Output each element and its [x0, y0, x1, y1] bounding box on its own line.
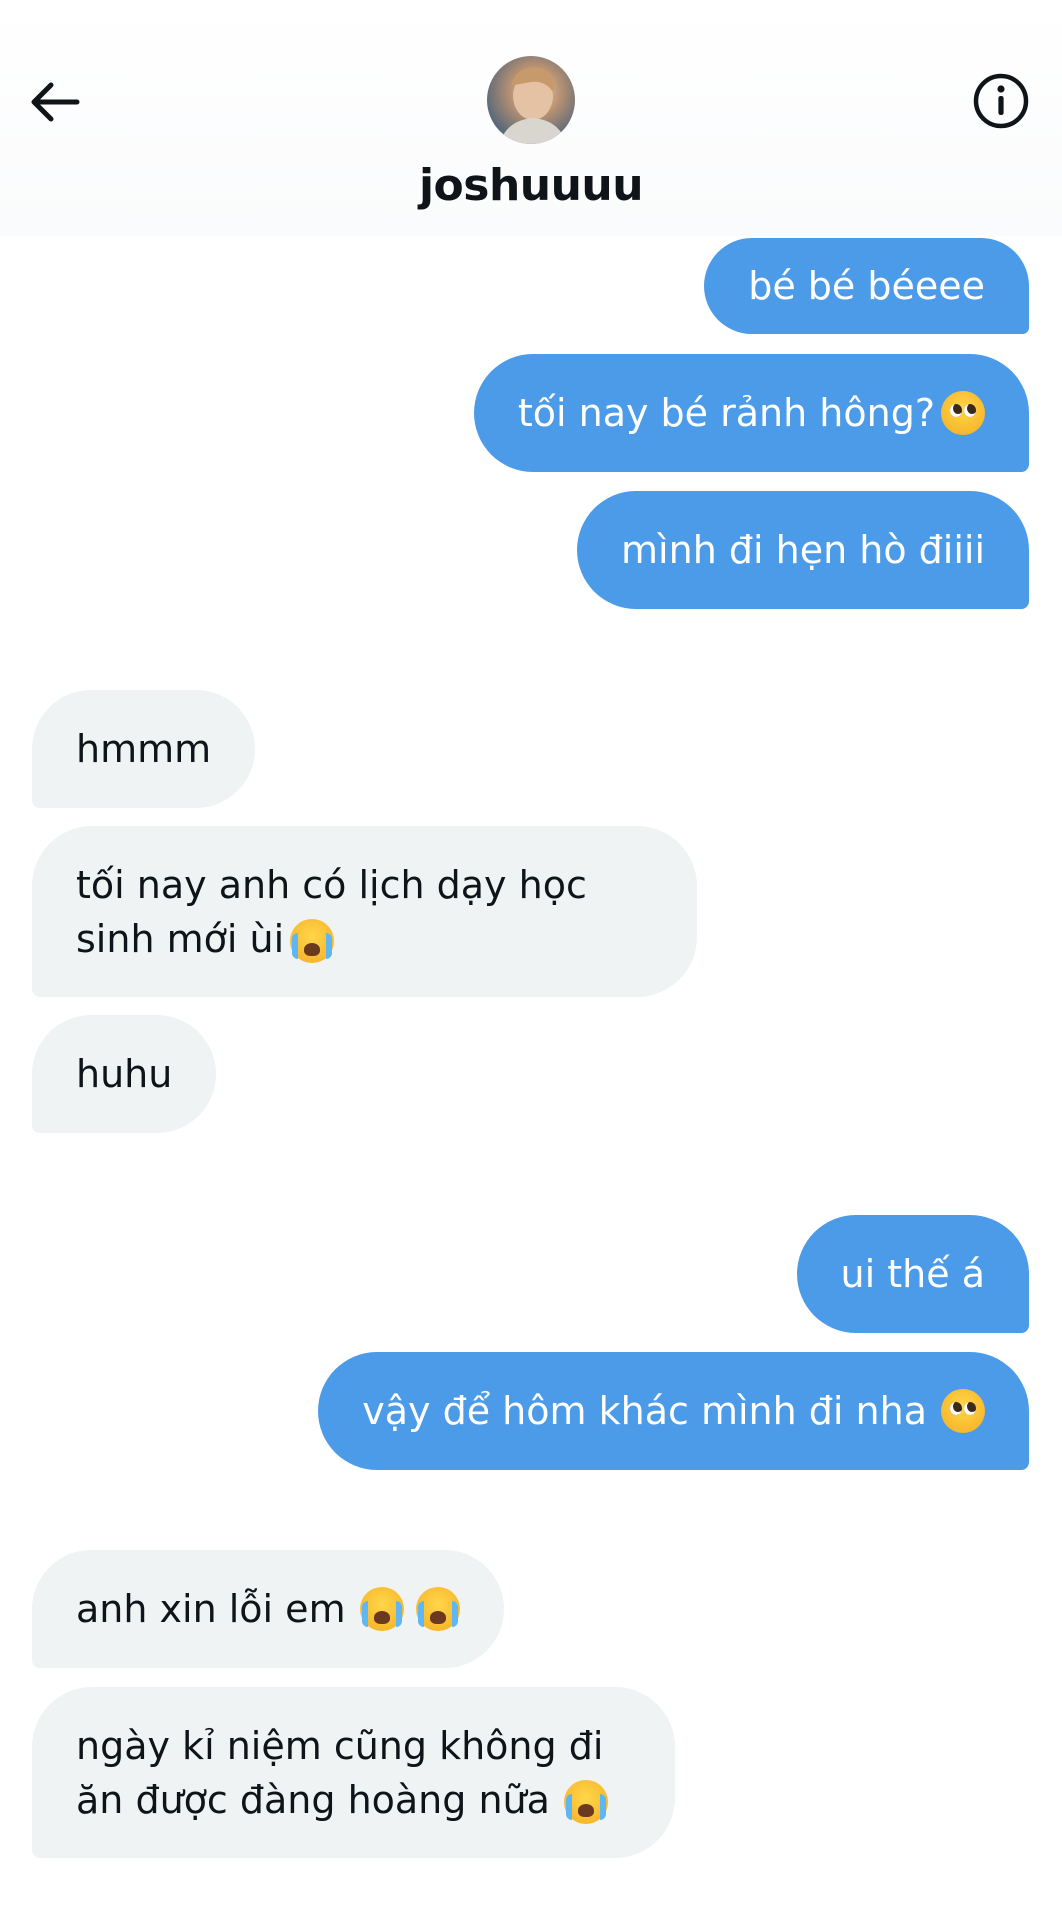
message-bubble-sent[interactable]: vậy để hôm khác mình đi nha	[318, 1352, 1029, 1470]
message-bubble-received[interactable]: tối nay anh có lịch dạy học sinh mới ùi	[32, 826, 697, 997]
message-text-content: tối nay anh có lịch dạy học sinh mới ùi	[76, 862, 599, 961]
crying-face-icon	[415, 1587, 460, 1631]
pleading-face-icon	[941, 391, 985, 435]
message-bubble-received[interactable]: huhu	[32, 1015, 217, 1133]
message-bubble-sent[interactable]: ui thế á	[796, 1215, 1029, 1333]
message-text: anh xin lỗi em	[76, 1587, 346, 1631]
avatar-image	[499, 67, 567, 144]
message-bubble-received[interactable]: hmmm	[32, 690, 256, 808]
message-thread: bé bé béeee tối nay bé rảnh hông? mình đ…	[0, 0, 1062, 1920]
message-text: hmmm	[76, 727, 212, 771]
info-button[interactable]	[970, 70, 1032, 132]
message-text: mình đi hẹn hò điiii	[621, 528, 985, 572]
message-bubble-received[interactable]: anh xin lỗi em	[32, 1550, 504, 1668]
message-bubble-sent[interactable]: bé bé béeee	[704, 238, 1029, 334]
message-text: bé bé béeee	[748, 264, 985, 308]
info-icon	[973, 73, 1029, 129]
arrow-left-icon	[31, 82, 80, 122]
message-bubble-sent[interactable]: tối nay bé rảnh hông?	[473, 354, 1029, 472]
conversation-header: joshuuuu	[0, 0, 1062, 236]
message-text: vậy để hôm khác mình đi nha	[362, 1389, 927, 1433]
crying-face-icon	[290, 919, 335, 963]
message-text-content: ngày kỉ niệm cũng không đi ăn được đàng …	[76, 1723, 616, 1822]
message-text: tối nay anh có lịch dạy học sinh mới ùi	[76, 858, 653, 966]
message-text: ui thế á	[840, 1252, 985, 1296]
conversation-username[interactable]: joshuuuu	[0, 160, 1062, 211]
pleading-face-icon	[941, 1389, 985, 1433]
message-text: tối nay bé rảnh hông?	[517, 391, 935, 435]
crying-face-icon	[563, 1780, 608, 1824]
avatar[interactable]	[487, 56, 575, 144]
message-bubble-received[interactable]: ngày kỉ niệm cũng không đi ăn được đàng …	[32, 1687, 675, 1858]
crying-face-icon	[359, 1587, 404, 1631]
back-button[interactable]	[24, 72, 84, 132]
message-text: huhu	[76, 1052, 173, 1096]
message-bubble-sent[interactable]: mình đi hẹn hò điiii	[577, 491, 1029, 609]
message-text: ngày kỉ niệm cũng không đi ăn được đàng …	[76, 1719, 631, 1827]
